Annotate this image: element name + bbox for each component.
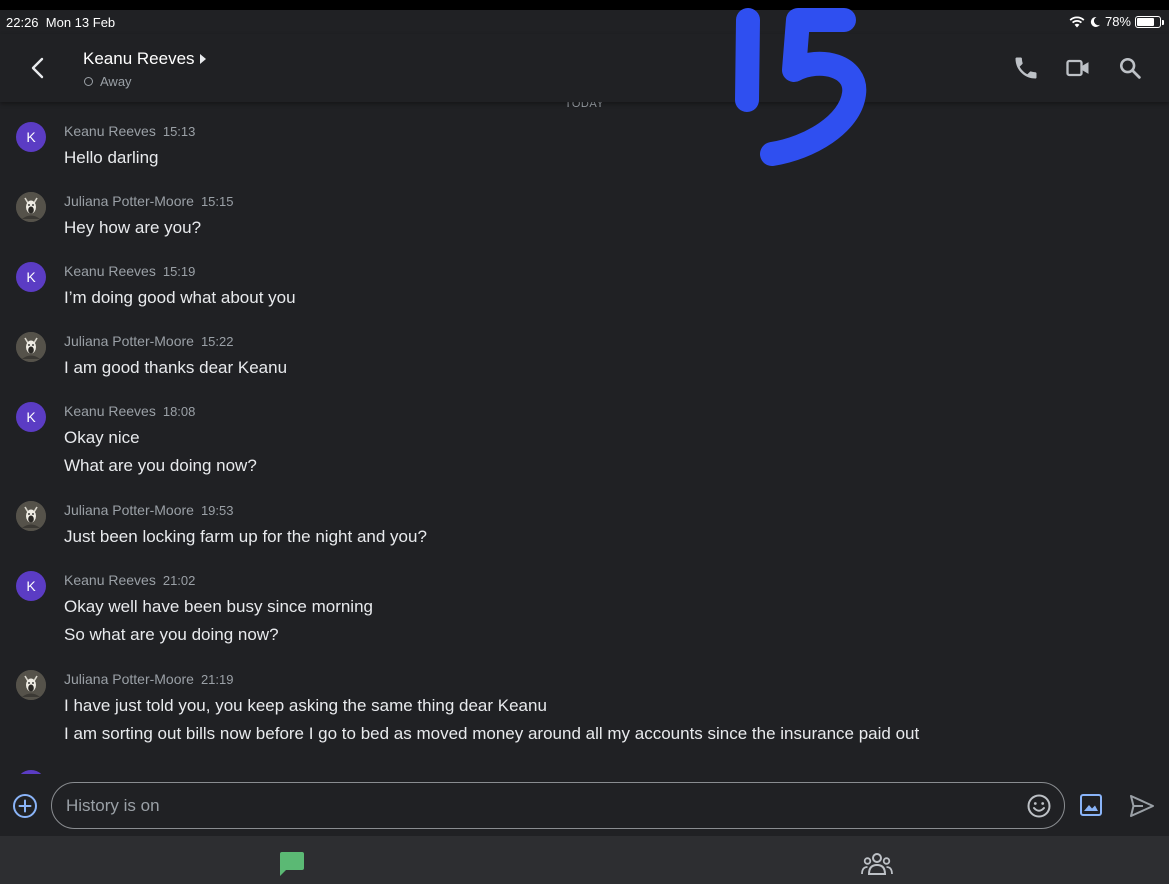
message-list[interactable]: K Keanu Reeves 15:13 Hello darling Julian…	[0, 102, 1169, 774]
sender-name: Keanu Reeves	[64, 123, 156, 139]
sender-name: Juliana Potter-Moore	[64, 333, 194, 349]
message-text: Just been locking farm up for the night …	[64, 527, 427, 546]
status-clock: 22:26	[6, 15, 39, 30]
message-text: I am sorting out bills now before I go t…	[64, 724, 920, 743]
status-date: Mon 13 Feb	[45, 15, 116, 30]
message-meta: Juliana Potter-Moore 15:15	[64, 193, 234, 209]
sender-name: Juliana Potter-Moore	[64, 502, 194, 518]
sender-name: Juliana Potter-Moore	[64, 671, 194, 687]
goat-photo-icon	[16, 501, 46, 531]
message-text: I have just told you, you keep asking th…	[64, 696, 547, 715]
message-meta: Juliana Potter-Moore 21:19	[64, 671, 234, 687]
phone-icon[interactable]	[1012, 54, 1040, 82]
message-time: 15:13	[162, 124, 196, 139]
message-text: I am good thanks dear Keanu	[64, 358, 288, 377]
sender-name: Keanu Reeves	[64, 263, 156, 279]
message-time: 15:15	[200, 194, 234, 209]
message-time: 15:19	[162, 264, 196, 279]
battery-icon	[1135, 15, 1164, 28]
message-input[interactable]	[66, 783, 1006, 828]
send-icon[interactable]	[1128, 792, 1156, 820]
message-text: Okay well have been busy since morning	[64, 597, 373, 616]
message-text: Okay nice	[64, 428, 140, 447]
presence-dot-icon	[84, 77, 93, 86]
chat-icon[interactable]	[278, 851, 306, 877]
avatar[interactable]: K	[16, 571, 46, 601]
avatar[interactable]	[16, 670, 46, 700]
message-text: I’m doing good what about you	[64, 288, 296, 307]
avatar[interactable]	[16, 192, 46, 222]
device-top-strip	[0, 0, 1169, 10]
video-camera-icon[interactable]	[1064, 54, 1092, 82]
emoji-icon[interactable]	[1026, 793, 1052, 819]
message-meta: Juliana Potter-Moore 19:53	[64, 502, 234, 518]
avatar[interactable]	[16, 501, 46, 531]
message-text: Hey how are you?	[64, 218, 202, 237]
message-time: 18:08	[162, 404, 196, 419]
avatar[interactable]	[16, 332, 46, 362]
message-meta: Keanu Reeves 15:13	[64, 123, 195, 139]
bottom-navigation	[0, 836, 1169, 884]
message-time: 21:19	[200, 672, 234, 687]
image-icon[interactable]	[1078, 792, 1104, 818]
battery-fill	[1137, 17, 1155, 26]
back-button[interactable]	[22, 52, 54, 84]
message-time: 15:22	[200, 334, 234, 349]
message-composer	[0, 774, 1169, 836]
search-icon[interactable]	[1116, 54, 1144, 82]
add-attachment-button[interactable]	[11, 792, 39, 820]
sender-name: Juliana Potter-Moore	[64, 193, 194, 209]
avatar[interactable]: K	[16, 122, 46, 152]
sender-name: Keanu Reeves	[64, 572, 156, 588]
avatar[interactable]: K	[16, 402, 46, 432]
message-text: What are you doing now?	[64, 456, 257, 475]
conversation-header: Keanu Reeves Away	[0, 34, 1169, 102]
contact-name: Keanu Reeves	[83, 49, 195, 68]
presence-label: Away	[100, 74, 132, 89]
wifi-icon	[1069, 16, 1085, 28]
message-text: Hello darling	[64, 148, 159, 167]
status-time: 22:26 Mon 13 Feb	[6, 15, 115, 30]
status-icons: 78%	[1069, 14, 1164, 29]
message-time: 19:53	[200, 503, 234, 518]
message-time: 21:02	[162, 573, 196, 588]
goat-photo-icon	[16, 192, 46, 222]
goat-photo-icon	[16, 332, 46, 362]
goat-photo-icon	[16, 670, 46, 700]
message-meta: Juliana Potter-Moore 15:22	[64, 333, 234, 349]
presence-status: Away	[84, 74, 132, 89]
message-input-container[interactable]	[51, 782, 1065, 829]
message-meta: Keanu Reeves 18:08	[64, 403, 195, 419]
message-meta: Keanu Reeves 15:19	[64, 263, 195, 279]
people-icon[interactable]	[861, 851, 893, 877]
status-bar: 22:26 Mon 13 Feb 78%	[0, 10, 1169, 34]
sender-name: Keanu Reeves	[64, 403, 156, 419]
message-text: So what are you doing now?	[64, 625, 279, 644]
contact-name-button[interactable]: Keanu Reeves	[83, 49, 207, 69]
caret-right-icon	[199, 54, 206, 64]
battery-percent: 78%	[1104, 14, 1131, 29]
avatar[interactable]: K	[16, 262, 46, 292]
message-meta: Keanu Reeves 21:02	[64, 572, 195, 588]
moon-icon	[1090, 16, 1100, 27]
